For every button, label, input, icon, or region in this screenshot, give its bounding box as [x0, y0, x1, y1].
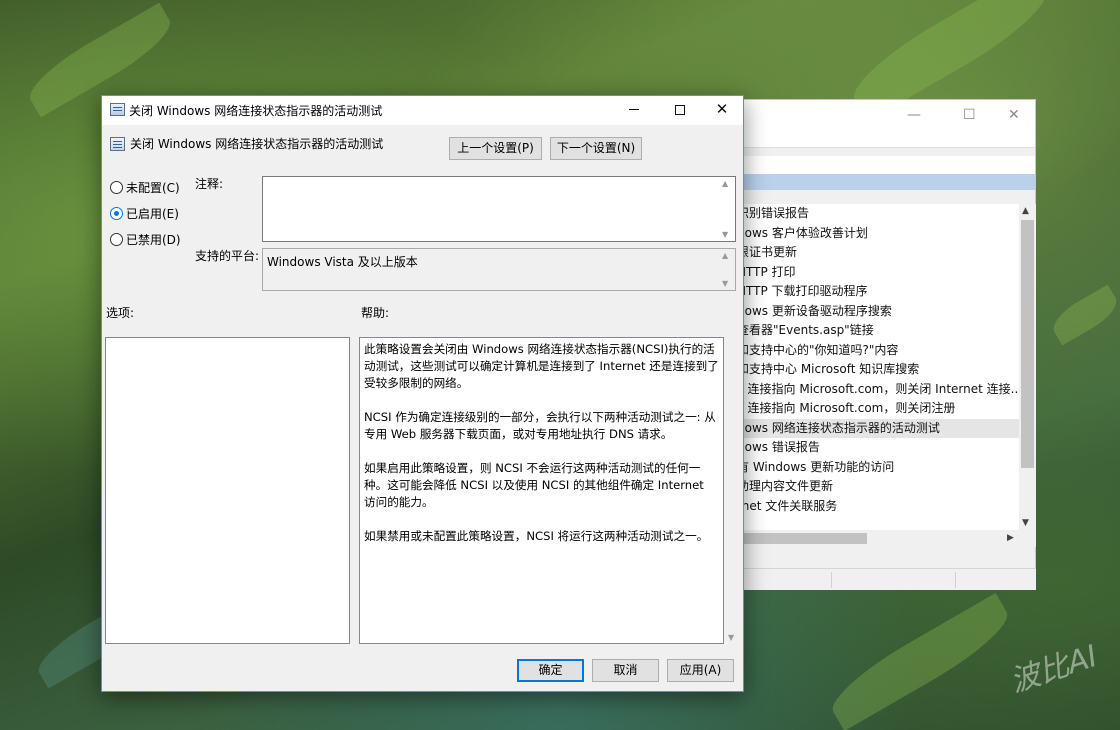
- radio-disabled[interactable]: 已禁用(D): [110, 231, 181, 247]
- maximize-icon[interactable]: ☐: [963, 107, 976, 123]
- policy-list-item[interactable]: L 连接指向 Microsoft.com，则关闭注册: [741, 399, 1019, 419]
- close-icon[interactable]: ✕: [1008, 107, 1020, 123]
- background-menubar: [741, 130, 1035, 148]
- scroll-thumb[interactable]: [741, 533, 867, 544]
- policy-list-item[interactable]: dows 错误报告: [741, 438, 1019, 458]
- minimize-button[interactable]: [612, 96, 656, 125]
- maximize-button[interactable]: [658, 96, 702, 125]
- policy-list-item[interactable]: HTTP 打印: [741, 263, 1019, 283]
- help-scrollbar[interactable]: ▼: [724, 337, 741, 644]
- scroll-right-icon[interactable]: ▶: [1007, 533, 1014, 543]
- policy-list-item[interactable]: dows 客户体验改善计划: [741, 224, 1019, 244]
- background-policy-window[interactable]: — ☐ ✕ 识别错误报告 dows 客户体验改善计划 根证书更新 HTTP 打印 H…: [740, 99, 1036, 590]
- policy-list-item[interactable]: L 连接指向 Microsoft.com，则关闭 Internet 连接...: [741, 380, 1019, 400]
- help-paragraph: 如果禁用或未配置此策略设置，NCSI 将运行这两种活动测试之一。: [364, 529, 709, 543]
- policy-header-title: 关闭 Windows 网络连接状态指示器的活动测试: [130, 137, 384, 151]
- close-button[interactable]: ✕: [700, 96, 744, 125]
- radio-label-not-configured: 未配置(C): [126, 181, 180, 195]
- scroll-down-icon[interactable]: ▼: [722, 230, 728, 239]
- scroll-up-icon[interactable]: ▲: [722, 251, 728, 260]
- background-selected-strip: [741, 174, 1035, 190]
- policy-header-icon: [110, 137, 125, 151]
- scroll-down-icon[interactable]: ▼: [722, 279, 728, 288]
- policy-icon: [110, 103, 125, 116]
- foliage-decoration: [822, 592, 1018, 730]
- radio-circle-not-configured[interactable]: [110, 181, 123, 194]
- help-label: 帮助:: [361, 306, 390, 320]
- background-titlebar[interactable]: — ☐ ✕: [741, 100, 1035, 130]
- platform-textbox: Windows Vista 及以上版本 ▲ ▼: [262, 248, 736, 291]
- background-statusbar: [741, 568, 1036, 590]
- policy-list-item[interactable]: 识别错误报告: [741, 204, 1019, 224]
- ok-button[interactable]: 确定: [517, 659, 584, 682]
- minimize-icon[interactable]: —: [907, 107, 921, 123]
- minimize-icon: [629, 109, 639, 110]
- options-label: 选项:: [106, 306, 135, 320]
- radio-not-configured[interactable]: 未配置(C): [110, 179, 180, 195]
- watermark: 波比AI: [1005, 638, 1102, 700]
- help-text: 此策略设置会关闭由 Windows 网络连接状态指示器(NCSI)执行的活动测试…: [360, 338, 723, 545]
- scroll-thumb[interactable]: [1021, 220, 1034, 468]
- policy-list-item[interactable]: 助理内容文件更新: [741, 477, 1019, 497]
- help-paragraph: NCSI 作为确定连接级别的一部分，会执行以下两种活动测试之一: 从专用 Web…: [364, 410, 716, 441]
- policy-list-vertical-scrollbar[interactable]: ▲ ▼: [1019, 204, 1036, 530]
- policy-list-item[interactable]: 和支持中心 Microsoft 知识库搜索: [741, 360, 1019, 380]
- help-paragraph: 如果启用此策略设置，则 NCSI 不会运行这两种活动测试的任何一种。这可能会降低…: [364, 461, 704, 509]
- policy-list-item[interactable]: 和支持中心的"你知道吗?"内容: [741, 341, 1019, 361]
- help-paragraph: 此策略设置会关闭由 Windows 网络连接状态指示器(NCSI)执行的活动测试…: [364, 342, 719, 390]
- scroll-up-icon[interactable]: ▲: [1022, 206, 1029, 216]
- foliage-decoration: [1047, 284, 1120, 346]
- policy-list-item[interactable]: dows 更新设备驱动程序搜索: [741, 302, 1019, 322]
- policy-list-horizontal-scrollbar[interactable]: ▶: [741, 530, 1036, 547]
- platform-label: 支持的平台:: [195, 249, 260, 263]
- policy-list-item[interactable]: dows 网络连接状态指示器的活动测试: [741, 418, 1019, 438]
- comment-scrollbar[interactable]: ▲ ▼: [718, 177, 735, 241]
- dialog-title: 关闭 Windows 网络连接状态指示器的活动测试: [129, 104, 383, 118]
- platform-scrollbar[interactable]: ▲ ▼: [718, 249, 735, 290]
- policy-setting-dialog[interactable]: 关闭 Windows 网络连接状态指示器的活动测试 ✕ 关闭 Windows 网…: [101, 95, 744, 692]
- policy-list-item[interactable]: rnet 文件关联服务: [741, 497, 1019, 517]
- radio-circle-enabled[interactable]: [110, 207, 123, 220]
- previous-setting-button[interactable]: 上一个设置(P): [449, 137, 542, 160]
- maximize-icon: [675, 104, 685, 115]
- policy-list-item[interactable]: 有 Windows 更新功能的访问: [741, 458, 1019, 478]
- scroll-down-icon[interactable]: ▼: [1022, 518, 1029, 528]
- background-list-header: [741, 156, 1035, 174]
- help-panel[interactable]: 此策略设置会关闭由 Windows 网络连接状态指示器(NCSI)执行的活动测试…: [359, 337, 724, 644]
- policy-list-item[interactable]: HTTP 下载打印驱动程序: [741, 282, 1019, 302]
- radio-label-enabled: 已启用(E): [126, 207, 179, 221]
- policy-list[interactable]: 识别错误报告 dows 客户体验改善计划 根证书更新 HTTP 打印 HTTP 下载…: [741, 204, 1019, 530]
- options-panel[interactable]: [105, 337, 350, 644]
- radio-label-disabled: 已禁用(D): [126, 233, 181, 247]
- policy-list-item[interactable]: 根证书更新: [741, 243, 1019, 263]
- dialog-titlebar[interactable]: 关闭 Windows 网络连接状态指示器的活动测试 ✕: [102, 96, 743, 125]
- radio-enabled[interactable]: 已启用(E): [110, 205, 179, 221]
- comment-label: 注释:: [195, 177, 224, 191]
- scroll-up-icon[interactable]: ▲: [722, 179, 728, 188]
- close-icon: ✕: [715, 100, 729, 118]
- radio-circle-disabled[interactable]: [110, 233, 123, 246]
- platform-text: Windows Vista 及以上版本: [267, 255, 418, 269]
- apply-button[interactable]: 应用(A): [667, 659, 734, 682]
- cancel-button[interactable]: 取消: [592, 659, 659, 682]
- comment-textbox[interactable]: ▲ ▼: [262, 176, 736, 242]
- next-setting-button[interactable]: 下一个设置(N): [550, 137, 642, 160]
- policy-list-item[interactable]: 查看器"Events.asp"链接: [741, 321, 1019, 341]
- scroll-down-icon[interactable]: ▼: [728, 633, 734, 642]
